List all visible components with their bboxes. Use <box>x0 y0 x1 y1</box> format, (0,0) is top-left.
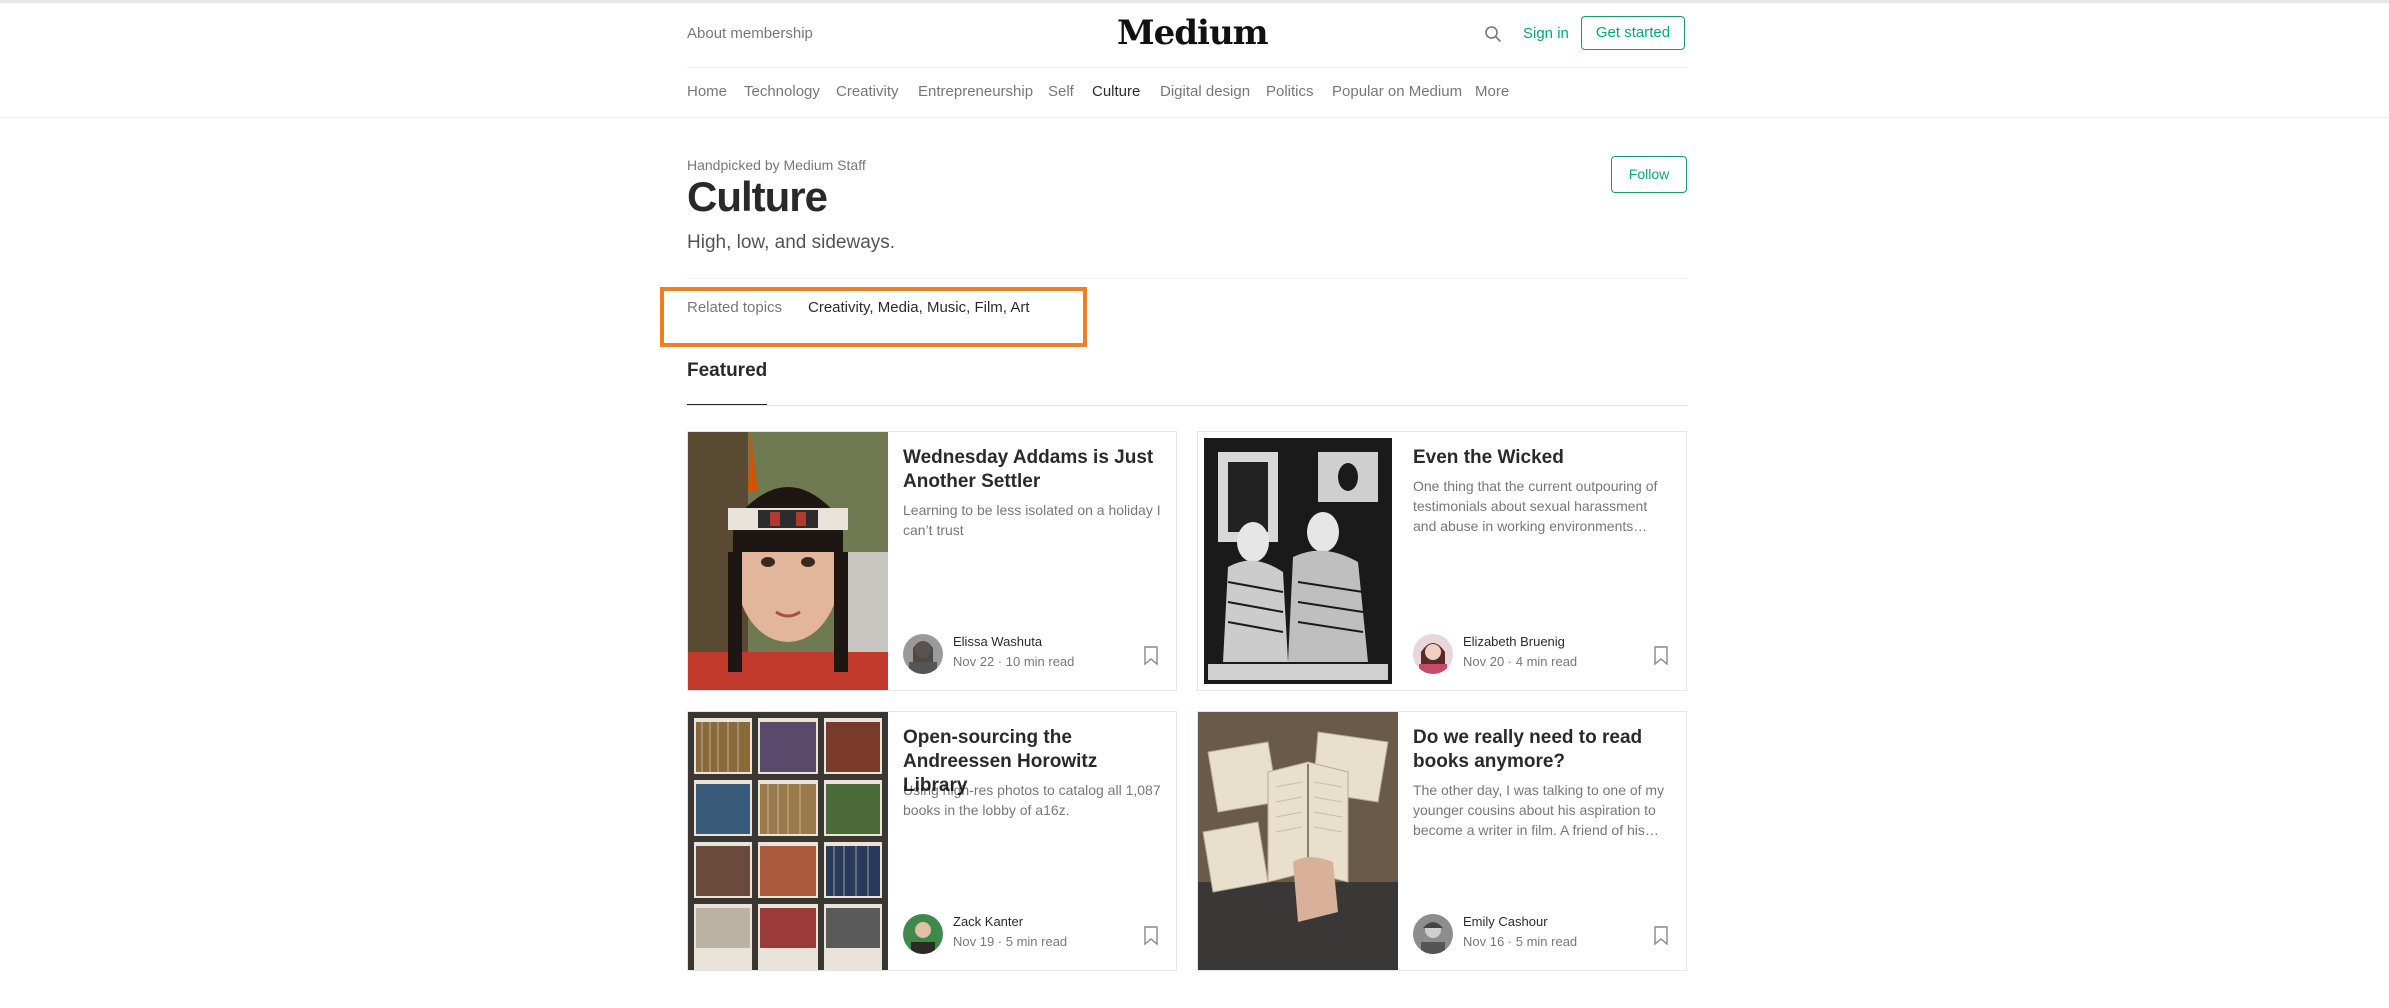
related-topic-separator: , <box>918 299 923 316</box>
follow-button[interactable]: Follow <box>1611 156 1687 193</box>
related-topics-label: Related topics <box>687 299 783 316</box>
nav-item-popular-on-medium[interactable]: Popular on Medium <box>1332 83 1462 100</box>
related-topic-media[interactable]: Media <box>878 299 919 316</box>
story-image-open-books[interactable] <box>1198 712 1398 970</box>
nav-item-culture[interactable]: Culture <box>1092 83 1140 100</box>
story-title[interactable]: Wednesday Addams is Just Another Settler <box>903 446 1158 494</box>
story-title[interactable]: Do we really need to read books anymore? <box>1413 726 1668 774</box>
author-name[interactable]: Elizabeth Bruenig <box>1463 634 1565 649</box>
story-meta: Nov 22 · 10 min read <box>953 654 1075 669</box>
story-meta: Nov 19 · 5 min read <box>953 934 1068 949</box>
nav-item-self[interactable]: Self <box>1048 83 1074 100</box>
nav-item-more[interactable]: More <box>1475 83 1509 100</box>
avatar[interactable] <box>1413 914 1453 954</box>
story-card[interactable]: Open-sourcing the Andreessen Horowitz Li… <box>687 711 1177 971</box>
about-membership-link[interactable]: About membership <box>687 25 813 42</box>
story-image-woodcut[interactable] <box>1198 432 1398 690</box>
related-topic-creativity[interactable]: Creativity <box>808 299 869 316</box>
related-topic-music[interactable]: Music <box>927 299 966 316</box>
story-meta: Nov 20 · 4 min read <box>1463 654 1578 669</box>
story-description: One thing that the current outpouring of… <box>1413 478 1658 534</box>
story-card[interactable]: Even the Wicked One thing that the curre… <box>1197 431 1687 691</box>
related-topic-film[interactable]: Film <box>974 299 1002 316</box>
top-header: About membership Medium Sign in Get star… <box>687 3 1687 66</box>
nav-item-technology[interactable]: Technology <box>744 83 820 100</box>
featured-heading: Featured <box>687 360 768 381</box>
story-image-girl-headband[interactable] <box>688 432 888 690</box>
related-topic-separator: , <box>869 299 874 316</box>
author-name[interactable]: Zack Kanter <box>953 914 1023 929</box>
get-started-button[interactable]: Get started <box>1581 16 1685 50</box>
page-title: Culture <box>687 173 828 220</box>
story-card[interactable]: Wednesday Addams is Just Another Settler… <box>687 431 1177 691</box>
related-topic-separator: , <box>966 299 971 316</box>
avatar[interactable] <box>1413 634 1453 674</box>
nav-item-entrepreneurship[interactable]: Entrepreneurship <box>918 83 1033 100</box>
topic-nav: Home Technology Creativity Entrepreneurs… <box>687 67 1687 118</box>
medium-logo[interactable]: Medium <box>1117 13 1269 53</box>
story-description: Using high-res photos to catalog all 1,0… <box>903 782 1161 818</box>
story-meta: Nov 16 · 5 min read <box>1463 934 1578 949</box>
bookmark-icon[interactable] <box>1143 926 1159 946</box>
author-name[interactable]: Emily Cashour <box>1463 914 1548 929</box>
divider <box>687 278 1687 279</box>
related-topics-list: Creativity, Media, Music, Film, Art <box>808 299 1029 316</box>
nav-item-home[interactable]: Home <box>687 83 727 100</box>
avatar[interactable] <box>903 914 943 954</box>
featured-underline <box>687 404 767 405</box>
sign-in-link[interactable]: Sign in <box>1523 25 1569 42</box>
nav-item-politics[interactable]: Politics <box>1266 83 1314 100</box>
story-description: The other day, I was talking to one of m… <box>1413 782 1665 838</box>
bookmark-icon[interactable] <box>1653 926 1669 946</box>
story-card[interactable]: Do we really need to read books anymore?… <box>1197 711 1687 971</box>
avatar[interactable] <box>903 634 943 674</box>
search-icon[interactable] <box>1484 25 1502 43</box>
header-divider <box>0 117 2389 118</box>
story-image-bookshelves[interactable] <box>688 712 888 970</box>
author-name[interactable]: Elissa Washuta <box>953 634 1042 649</box>
story-title[interactable]: Even the Wicked <box>1413 446 1668 470</box>
bookmark-icon[interactable] <box>1143 646 1159 666</box>
nav-item-digital-design[interactable]: Digital design <box>1160 83 1250 100</box>
nav-item-creativity[interactable]: Creativity <box>836 83 899 100</box>
handpicked-label: Handpicked by Medium Staff <box>687 157 866 173</box>
highlight-box <box>660 287 1087 347</box>
related-topic-art[interactable]: Art <box>1010 299 1029 316</box>
section-divider <box>687 405 1687 406</box>
related-topic-separator: , <box>1002 299 1007 316</box>
story-description: Learning to be less isolated on a holida… <box>903 502 1161 538</box>
bookmark-icon[interactable] <box>1653 646 1669 666</box>
topic-description: High, low, and sideways. <box>687 232 896 253</box>
